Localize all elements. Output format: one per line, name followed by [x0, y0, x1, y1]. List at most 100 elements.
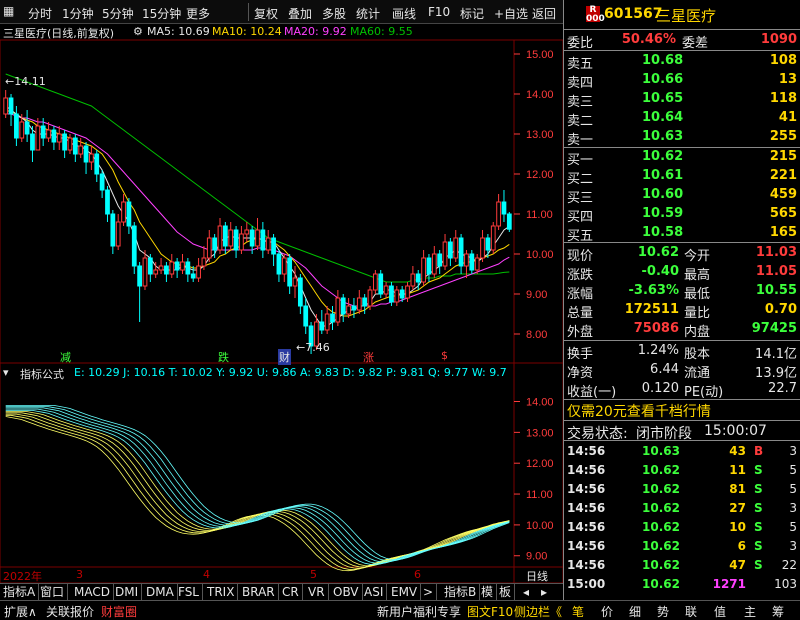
candle-body	[372, 273, 378, 291]
indicator-name[interactable]: 指标公式	[20, 366, 64, 382]
tab-fsl[interactable]: FSL	[175, 584, 203, 600]
ask-row[interactable]: 卖三 10.65 118	[564, 89, 800, 110]
indicator-tick-label: 11.00	[526, 489, 553, 501]
candle-body	[335, 297, 341, 323]
kline-chart[interactable]: 15.00 14.00 13.00 12.00 11.00 10.00 9.00 8.00 1…	[0, 0, 563, 583]
candle-body	[217, 225, 223, 251]
tab-dmi[interactable]: DMI	[112, 584, 143, 600]
indicator-tick-label: 10.00	[526, 520, 554, 532]
expand-button[interactable]: 扩展∧	[4, 603, 37, 620]
ma10-line	[5, 109, 510, 317]
tab-scroll-right-icon[interactable]: ▸	[538, 584, 550, 600]
ask-row[interactable]: 卖四 10.66 13	[564, 70, 800, 91]
tab-indicator-a[interactable]: 指标A	[0, 584, 40, 600]
bid-row[interactable]: 买四 10.59 565	[564, 204, 800, 225]
tab-dma[interactable]: DMA	[143, 584, 178, 600]
collapse-icon[interactable]: ▾	[3, 366, 9, 379]
tab-window[interactable]: 窗口	[37, 584, 69, 600]
quote-nav-icon[interactable]: 筹	[772, 603, 784, 620]
quote-nav-icon[interactable]: 细	[629, 603, 641, 620]
tab-cr[interactable]: CR	[279, 584, 303, 600]
tab-scroll-left-icon[interactable]: ◂	[520, 584, 532, 600]
candle-body	[56, 133, 62, 143]
year-label: 2022年	[3, 570, 42, 583]
bid-row[interactable]: 买二 10.61 221	[564, 166, 800, 187]
tick-side: S	[754, 539, 763, 553]
tab-asi[interactable]: ASI	[361, 584, 388, 600]
bid-row[interactable]: 买五 10.58 165	[564, 223, 800, 244]
tick-time: 14:56	[567, 558, 606, 572]
candle-body	[281, 257, 287, 275]
ask-volume: 118	[769, 91, 797, 106]
tick-count: 5	[789, 463, 797, 477]
settings-icon[interactable]: ⚙	[133, 25, 143, 38]
candle-body	[212, 237, 218, 251]
candle-body	[351, 305, 357, 311]
ask-row[interactable]: 卖二 10.64 41	[564, 108, 800, 129]
tick-volume: 6	[737, 539, 746, 553]
candle-body	[201, 257, 207, 267]
tick-row: 14:56 10.63 43 B 3	[564, 441, 800, 461]
ma60-value: MA60: 9.55	[350, 25, 413, 38]
sidebar-toggle[interactable]: 侧边栏《	[514, 603, 562, 620]
related-quotes-button[interactable]: 关联报价	[46, 603, 94, 620]
fundamental-row: 净资 6.44 流通 13.9亿	[564, 360, 800, 381]
tab-brar[interactable]: BRAR	[239, 584, 279, 600]
ask-price: 10.68	[642, 53, 684, 68]
candle-body	[255, 229, 260, 247]
bid-volume: 221	[769, 168, 797, 183]
weicha-value: 1090	[760, 32, 797, 47]
indicator-band-line	[5, 406, 510, 562]
candle-body	[469, 253, 475, 271]
tab-more-arrow[interactable]: >	[420, 584, 438, 600]
bid-price: 10.59	[642, 206, 684, 221]
tick-side: S	[754, 558, 763, 572]
candle-body	[362, 297, 368, 307]
bid-row[interactable]: 买三 10.60 459	[564, 185, 800, 206]
tick-time: 14:56	[567, 482, 606, 496]
new-user-benefit-link[interactable]: 新用户福利专享	[377, 603, 461, 620]
tick-row: 14:56 10.62 47 S 22	[564, 555, 800, 575]
chart-frame	[0, 39, 563, 583]
tab-indicator-b[interactable]: 指标B	[441, 584, 481, 600]
stat-row: 涨幅 -3.63% 最低 10.55	[564, 281, 800, 302]
tick-side: B	[754, 444, 764, 458]
promo-link[interactable]: 仅需20元查看千档行情	[567, 401, 711, 421]
tick-volume: 43	[729, 444, 746, 458]
tab-emv[interactable]: EMV	[388, 584, 422, 600]
indicator-tick-label: 14.00	[526, 397, 554, 409]
month-label: 5	[310, 568, 317, 581]
quote-nav-icon[interactable]: 主	[744, 603, 756, 620]
quote-nav-icon[interactable]: 势	[657, 603, 669, 620]
ma5-line	[5, 105, 510, 327]
quote-nav-icon[interactable]: 价	[601, 603, 613, 620]
candle-body	[99, 173, 105, 191]
quote-nav-icon[interactable]: 联	[685, 603, 697, 620]
candle-body	[405, 285, 410, 299]
candle-body	[378, 273, 384, 295]
quote-nav-icon[interactable]: 笔	[572, 603, 584, 620]
bid-volume: 165	[769, 225, 797, 240]
ma10-path	[5, 109, 510, 317]
price-tick-label: 8.00	[526, 329, 547, 341]
candle-body	[239, 233, 244, 251]
candle-body	[496, 201, 501, 227]
period-label[interactable]: 日线	[526, 568, 548, 584]
tab-obv[interactable]: OBV	[330, 584, 363, 600]
tab-template[interactable]: 模	[478, 584, 498, 600]
ask-row[interactable]: 卖五 10.68 108	[564, 51, 800, 72]
ask-row[interactable]: 卖一 10.63 255	[564, 127, 800, 148]
candle-body	[115, 221, 121, 247]
ma60-line	[5, 73, 510, 283]
f10-graphic-button[interactable]: 图文F10	[467, 603, 513, 620]
trade-status-row: 交易状态: 闭市阶段 15:00:07	[564, 421, 800, 442]
bid-row[interactable]: 买一 10.62 215	[564, 147, 800, 168]
wealth-circle-button[interactable]: 财富圈	[101, 603, 137, 620]
candle-body	[249, 229, 255, 247]
tab-vr[interactable]: VR	[305, 584, 329, 600]
tab-trix[interactable]: TRIX	[204, 584, 239, 600]
tab-macd[interactable]: MACD	[71, 584, 114, 600]
fundamental-label: 收益(一)	[567, 385, 617, 400]
quote-nav-icon[interactable]: 值	[714, 603, 726, 620]
tab-board[interactable]: 板	[496, 584, 516, 600]
